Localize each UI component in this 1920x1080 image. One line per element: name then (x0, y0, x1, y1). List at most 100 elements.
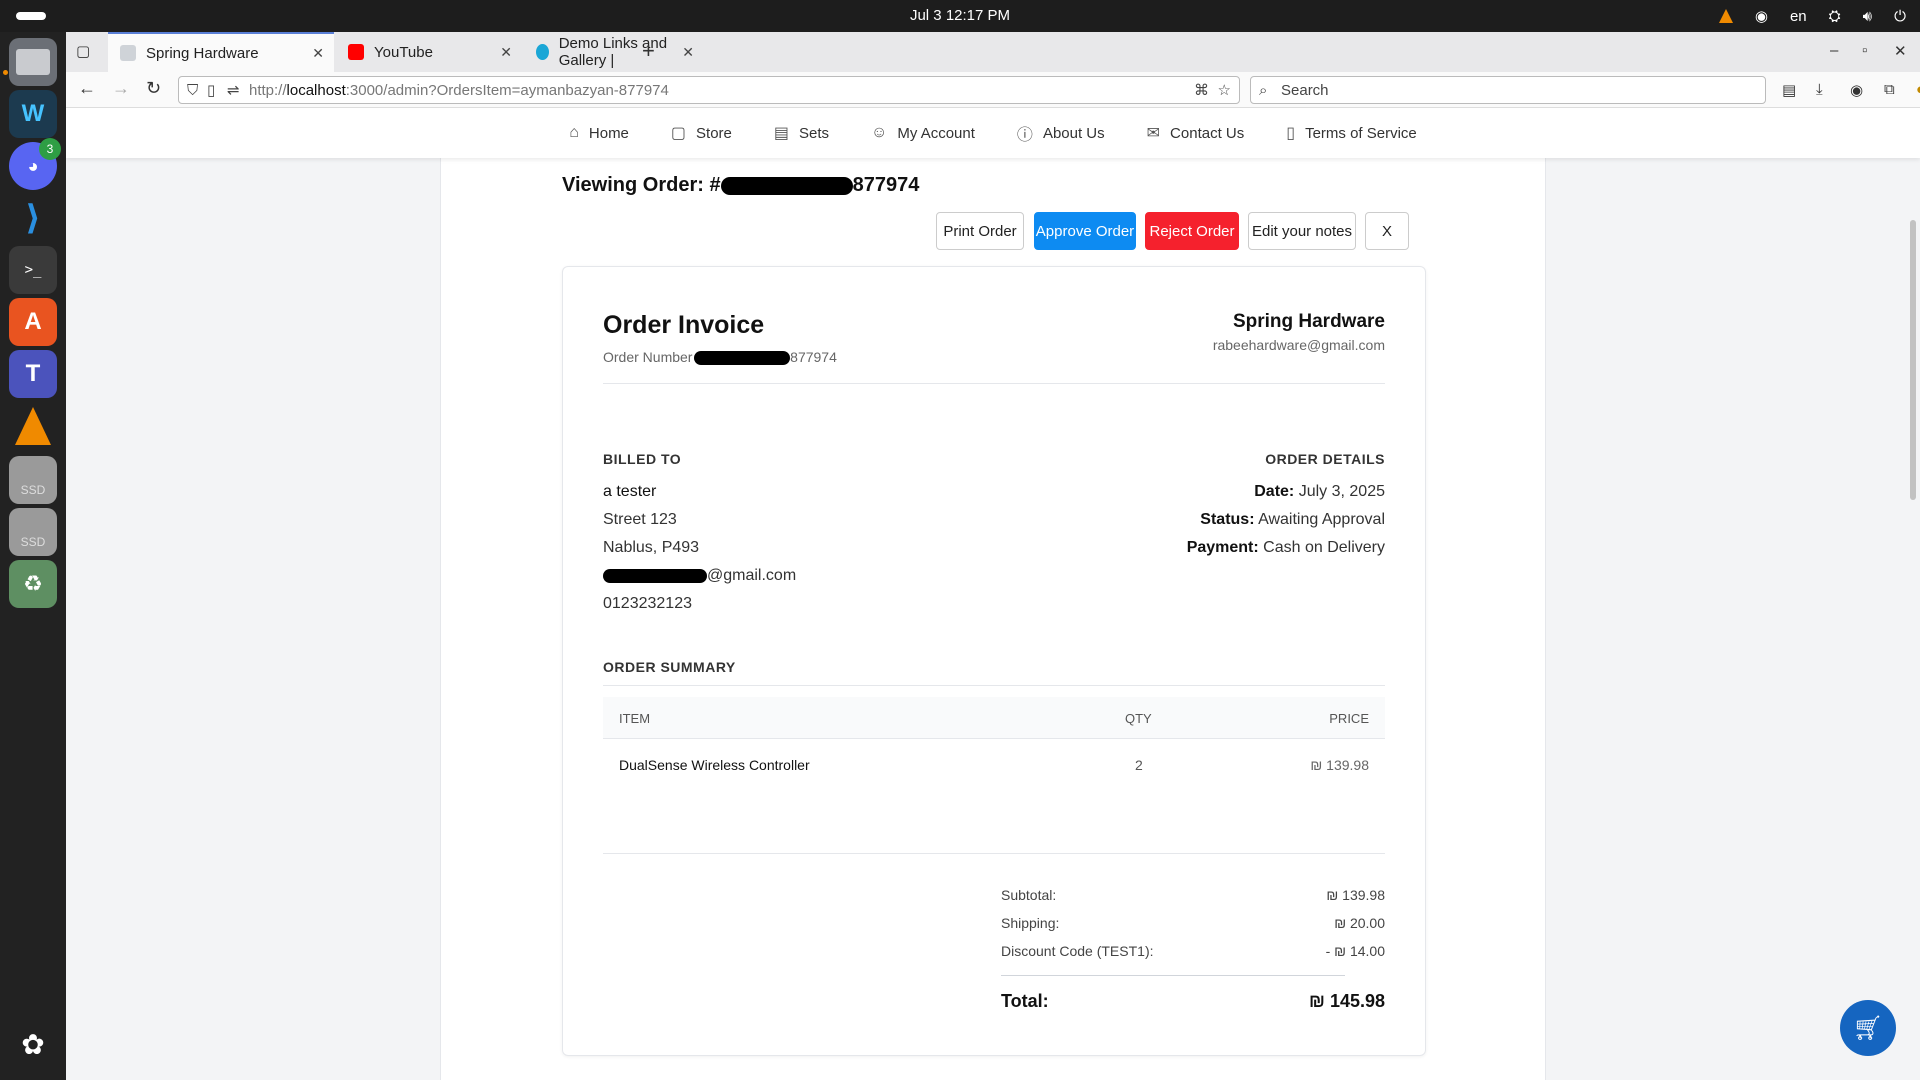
vlc-app-icon[interactable] (9, 402, 57, 450)
user-icon: ☺ (871, 124, 888, 141)
reload-icon[interactable]: ↻ (146, 78, 161, 99)
dock: W ◕ 3 ⟩ >_ A T SSD SSD ♻ ✿ (0, 32, 66, 1080)
tab-demo-links[interactable]: Demo Links and Gallery | ✕ (524, 32, 704, 72)
tab-youtube[interactable]: YouTube ✕ (336, 32, 522, 72)
vlc-tray-icon[interactable] (1718, 9, 1733, 23)
invoice-title: Order Invoice (603, 311, 765, 339)
bag-icon: ▢ (670, 125, 687, 142)
billed-phone: 0123232123 (603, 595, 692, 612)
order-content: Viewing Order: #877974 Print Order Appro… (440, 158, 1546, 1080)
page-icon (120, 45, 136, 61)
order-status: Status: Awaiting Approval (1200, 511, 1385, 528)
shipping-label: Shipping: (1001, 915, 1060, 931)
close-icon[interactable]: ✕ (682, 44, 694, 61)
document-icon: ▯ (1286, 125, 1296, 142)
divider (1001, 975, 1345, 976)
table-row: DualSense Wireless Controller 2 ₪ 139.98 (603, 739, 1385, 789)
billed-email: @gmail.com (603, 567, 796, 585)
close-icon[interactable]: ✕ (500, 44, 512, 61)
extension-icon[interactable]: ◐ (1916, 81, 1920, 98)
mail-icon: ✉ (1146, 125, 1161, 142)
network-icon[interactable]: ⛭ (1829, 8, 1841, 25)
page-scrollbar[interactable] (1910, 220, 1916, 500)
search-input[interactable]: ⌕ Search (1250, 76, 1766, 104)
nav-terms-of-service[interactable]: ▯ Terms of Service (1286, 123, 1417, 143)
column-qty: QTY (1125, 711, 1152, 726)
nav-store[interactable]: ▢ Store (671, 123, 732, 143)
order-invoice: Order Invoice Order Number #877974 Sprin… (562, 266, 1426, 1056)
tab-overview-icon[interactable]: ▢ (76, 42, 90, 60)
page-info-icon[interactable]: ▯ (207, 81, 215, 99)
nav-home[interactable]: ⌂ Home (569, 124, 629, 142)
order-summary-heading: ORDER SUMMARY (603, 659, 736, 675)
list-icon: ▤ (773, 125, 790, 142)
total-value: ₪ 145.98 (1309, 991, 1385, 1011)
close-window-icon[interactable]: ✕ (1894, 42, 1907, 60)
app-center-icon[interactable]: A (9, 298, 57, 346)
system-tray: ◉ en ⛭ 🔊︎ ⏻ (1718, 4, 1906, 28)
item-name: DualSense Wireless Controller (619, 757, 810, 773)
print-order-button[interactable]: Print Order (936, 212, 1024, 250)
edit-notes-button[interactable]: Edit your notes (1248, 212, 1356, 250)
nav-about-us[interactable]: ⓘ About Us (1017, 121, 1105, 145)
translate-icon[interactable]: ⌘ (1194, 81, 1209, 99)
subtotal-label: Subtotal: (1001, 887, 1057, 903)
total-label: Total: (1001, 991, 1049, 1011)
system-top-bar: Jul 3 12:17 PM ◉ en ⛭ 🔊︎ ⏻ (0, 0, 1920, 32)
approve-order-button[interactable]: Approve Order (1034, 212, 1136, 250)
sidebar-icon[interactable]: ▤ (1782, 81, 1796, 99)
search-icon: ⌕ (1259, 81, 1268, 99)
store-email: rabeehardware@gmail.com (1212, 337, 1385, 353)
forward-icon[interactable]: → (112, 78, 130, 99)
system-clock[interactable]: Jul 3 12:17 PM (0, 7, 1920, 24)
cart-button[interactable]: 🛒︎ (1840, 1000, 1896, 1056)
nav-my-account[interactable]: ☺ My Account (871, 124, 975, 142)
discord-tray-icon[interactable]: ◉ (1755, 7, 1768, 25)
web-page: ⌂ Home ▢ Store ▤ Sets ☺ My Account ⓘ About Us… (66, 108, 1920, 1080)
terminal-app-icon[interactable]: >_ (9, 246, 57, 294)
back-icon[interactable]: ← (78, 78, 96, 99)
show-apps-icon[interactable]: ✿ (9, 1020, 57, 1068)
billed-street: Street 123 (603, 511, 677, 528)
item-price: ₪ 139.98 (1310, 757, 1369, 773)
shipping-value: ₪ 20.00 (1334, 915, 1385, 931)
discord-app-icon[interactable]: ◕ 3 (9, 138, 61, 190)
billed-city: Nablus, P493 (603, 539, 700, 556)
shield-icon[interactable]: ⛉ (187, 82, 198, 99)
minimize-window-icon[interactable]: – (1830, 42, 1838, 59)
close-icon[interactable]: ✕ (312, 45, 324, 62)
page-title: Viewing Order: #877974 (562, 174, 920, 196)
youtube-icon (348, 44, 364, 60)
browser-nav-bar: ← → ↻ ⛉ ▯ ⇌ http://localhost:3000/admin?… (66, 72, 1920, 108)
nav-contact-us[interactable]: ✉ Contact Us (1147, 123, 1245, 143)
files-app-icon[interactable] (9, 38, 57, 86)
redacted-block (720, 176, 853, 195)
billed-to-heading: BILLED TO (603, 451, 682, 467)
invoice-number: Order Number #877974 (603, 349, 837, 366)
account-icon[interactable]: ◉ (1850, 81, 1863, 99)
power-icon[interactable]: ⏻ (1894, 8, 1906, 25)
redacted-block (603, 568, 707, 583)
url-bar[interactable]: ⛉ ▯ ⇌ http://localhost:3000/admin?Orders… (178, 76, 1240, 104)
demo-favicon-icon (536, 44, 549, 60)
extensions-icon[interactable]: ⧉ (1884, 81, 1895, 98)
reject-order-button[interactable]: Reject Order (1145, 212, 1239, 250)
tab-spring-hardware[interactable]: Spring Hardware ✕ (108, 32, 334, 72)
volume-icon[interactable]: 🔊︎ (1863, 8, 1872, 25)
close-order-button[interactable]: X (1365, 212, 1409, 250)
new-tab-button[interactable]: + (642, 38, 655, 64)
table-header: ITEM QTY PRICE (603, 697, 1385, 739)
windsurf-app-icon[interactable]: W (9, 90, 57, 138)
trash-icon[interactable]: ♻ (9, 560, 57, 608)
language-indicator[interactable]: en (1790, 8, 1807, 25)
downloads-icon[interactable]: ⤓ (1816, 81, 1823, 98)
permissions-icon[interactable]: ⇌ (227, 81, 240, 99)
vscode-app-icon[interactable]: ⟩ (9, 194, 57, 242)
nav-sets[interactable]: ▤ Sets (774, 123, 829, 143)
teams-app-icon[interactable]: T (9, 350, 57, 398)
subtotal-value: ₪ 139.98 (1326, 887, 1385, 903)
ssd-drive-icon[interactable]: SSD (9, 456, 57, 504)
maximize-window-icon[interactable]: ▫ (1862, 42, 1867, 59)
bookmark-star-icon[interactable]: ☆ (1218, 81, 1231, 99)
ssd-drive-icon-2[interactable]: SSD (9, 508, 57, 556)
